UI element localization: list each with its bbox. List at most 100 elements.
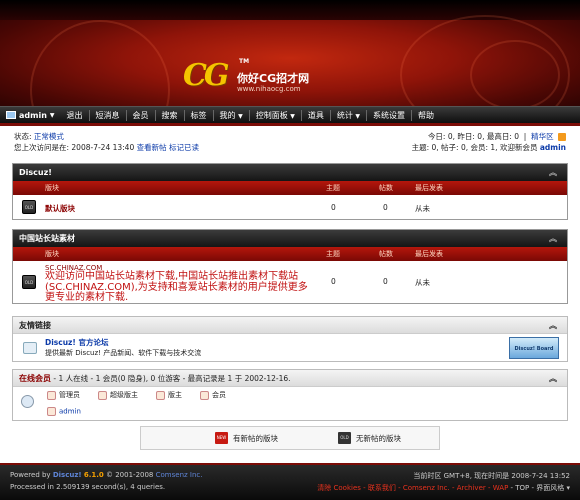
col-last-post: 最后发表: [415, 250, 443, 258]
nav-stats-label: 统计: [336, 110, 353, 120]
monitor-icon: [6, 111, 16, 119]
status-left: 状态: 正常模式 您上次访问是在: 2008-7-24 13:40 查看新帖 标…: [14, 131, 199, 153]
logo-url: www.nihaocg.com: [237, 85, 301, 93]
col-threads: 主题: [326, 250, 340, 258]
forum-posts: 0: [383, 277, 388, 286]
friend-links-box: 友情链接 ︽ Discuz! 官方论坛 提供最新 Discuz! 产品新闻、软件…: [12, 316, 568, 362]
view-new-posts-link[interactable]: 查看新帖: [137, 143, 167, 152]
nav-control-panel-label: 控制面板: [255, 110, 288, 120]
product-link[interactable]: Discuz!: [53, 471, 82, 479]
logo-trademark: TM: [239, 58, 250, 65]
role-super-mod-label: 超级版主: [110, 391, 138, 399]
nav-system-settings[interactable]: 系统设置: [367, 110, 411, 121]
role-mod-label: 版主: [168, 391, 182, 399]
banner-swirl: [30, 20, 170, 106]
role-super-mod: 超级版主: [98, 390, 138, 400]
footer-links-right[interactable]: - TOP - 界面风格 ▾: [508, 484, 570, 492]
nav-help[interactable]: 帮助: [412, 110, 440, 121]
category-header: Discuz! ︽: [13, 164, 567, 181]
footer: Powered by Discuz! 6.1.0 © 2001-2008 Com…: [0, 463, 580, 500]
online-title[interactable]: 在线会员: [19, 374, 51, 383]
chevron-down-icon: ▼: [49, 111, 55, 119]
nav-tools[interactable]: 道具: [302, 110, 330, 121]
site-logo[interactable]: CG TM 你好CG招才网 www.nihaocg.com: [183, 58, 363, 100]
collapse-icon[interactable]: ︽: [549, 370, 557, 387]
forum-category-discuz: Discuz! ︽ 版块 主题 帖数 最后发表 OLD 默认版块 0 0 从未: [12, 163, 568, 220]
nav-my[interactable]: 我的 ▼: [214, 110, 249, 121]
column-header-row: 版块 主题 帖数 最后发表: [13, 181, 567, 195]
friend-link-name[interactable]: Discuz! 官方论坛: [45, 337, 108, 348]
mode-link[interactable]: 正常模式: [34, 132, 64, 141]
user-menu[interactable]: admin ▼: [0, 111, 61, 120]
friend-link-row: Discuz! 官方论坛 提供最新 Discuz! 产品新闻、软件下载与技术交流…: [13, 334, 567, 362]
header-banner: CG TM 你好CG招才网 www.nihaocg.com: [0, 0, 580, 106]
powered-prefix: Powered by: [10, 471, 51, 479]
online-user-link[interactable]: admin: [59, 408, 81, 416]
role-legend: 管理员 超级版主 版主 会员: [47, 390, 226, 400]
legend-new: NEW 有新帖的版块: [215, 432, 278, 444]
nav-control-panel[interactable]: 控制面板 ▼: [250, 110, 301, 121]
mode-label: 状态:: [14, 132, 32, 141]
online-users-icon: [21, 395, 34, 408]
nav-logout[interactable]: 退出: [61, 110, 89, 121]
category-title[interactable]: Discuz!: [19, 168, 52, 177]
last-visit-text: 您上次访问是在: 2008-7-24 13:40: [14, 143, 135, 152]
nav-my-label: 我的: [219, 110, 236, 120]
nav-messages[interactable]: 短消息: [90, 110, 126, 121]
forum-category-chinaz: 中国站长站素材 ︽ 版块 主题 帖数 最后发表 OLD SC.CHINAZ.CO…: [12, 229, 568, 304]
collapse-icon[interactable]: ︽: [549, 230, 557, 247]
nav-stats[interactable]: 统计 ▼: [331, 110, 366, 121]
category-title[interactable]: 中国站长站素材: [19, 234, 75, 243]
link-site-icon: [23, 342, 37, 354]
new-member-link[interactable]: admin: [540, 143, 566, 152]
timezone-info: 当前时区 GMT+8, 现在时间是 2008-7-24 13:52: [413, 472, 570, 480]
legend-old: OLD 无新帖的版块: [338, 432, 401, 444]
friend-link-badge[interactable]: Discuz! Board: [509, 337, 559, 359]
col-threads: 主题: [326, 184, 340, 192]
daily-stats: 今日: 0, 昨日: 0, 最高日: 0 | 精华区: [412, 131, 566, 142]
mark-read-link[interactable]: 标记已读: [169, 143, 199, 152]
total-stats: 主题: 0, 帖子: 0, 会员: 1, 欢迎新会员 admin: [412, 142, 566, 153]
legend-old-label: 无新帖的版块: [356, 433, 401, 443]
rss-icon[interactable]: [558, 133, 566, 141]
forum-threads: 0: [331, 277, 336, 286]
legend-new-label: 有新帖的版块: [233, 433, 278, 443]
column-header-row: 版块 主题 帖数 最后发表: [13, 247, 567, 261]
collapse-icon[interactable]: ︽: [549, 317, 557, 334]
role-mod: 版主: [156, 390, 182, 400]
forum-threads: 0: [331, 203, 336, 212]
forum-row: OLD 默认版块 0 0 从未: [13, 195, 567, 219]
company-link[interactable]: Comsenz Inc.: [156, 471, 203, 479]
collapse-icon[interactable]: ︽: [549, 164, 557, 181]
powered-by: Powered by Discuz! 6.1.0 © 2001-2008 Com…: [10, 471, 202, 479]
online-members-box: 在线会员 - 1 人在线 - 1 会员(0 隐身), 0 位游客 - 最高记录是…: [12, 369, 568, 421]
user-icon: [47, 407, 56, 416]
nav-members[interactable]: 会员: [127, 110, 155, 121]
main-nav: admin ▼ 退出 短消息 会员 搜索 标签 我的 ▼ 控制面板 ▼ 道具 统…: [0, 106, 580, 126]
user-icon: [200, 390, 209, 400]
processed-info: Processed in 2.509139 second(s), 4 queri…: [10, 483, 166, 491]
nav-tags[interactable]: 标签: [185, 110, 213, 121]
footer-links-left[interactable]: 清除 Cookies - 联系我们 - Comsenz Inc. - Archi…: [317, 484, 508, 492]
category-header: 中国站长站素材 ︽: [13, 230, 567, 247]
forum-name-link[interactable]: 默认版块: [45, 203, 75, 214]
digest-link[interactable]: 精华区: [531, 132, 554, 141]
online-header: 在线会员 - 1 人在线 - 1 会员(0 隐身), 0 位游客 - 最高记录是…: [13, 370, 567, 387]
online-body: 管理员 超级版主 版主 会员 admin: [13, 387, 567, 421]
nav-search[interactable]: 搜索: [156, 110, 184, 121]
copyright: © 2001-2008: [106, 471, 154, 479]
role-admin: 管理员: [47, 390, 80, 400]
friend-links-header: 友情链接 ︽: [13, 317, 567, 334]
new-posts-icon: NEW: [215, 432, 228, 444]
no-new-posts-icon: OLD: [338, 432, 351, 444]
footer-links: 清除 Cookies - 联系我们 - Comsenz Inc. - Archi…: [317, 483, 570, 493]
online-summary: - 1 人在线 - 1 会员(0 隐身), 0 位游客 - 最高记录是 1 于 …: [51, 374, 291, 383]
product-version: 6.1.0: [83, 471, 104, 479]
forum-last-post: 从未: [415, 204, 430, 213]
col-posts: 帖数: [379, 250, 393, 258]
total-stats-text: 主题: 0, 帖子: 0, 会员: 1, 欢迎新会员: [411, 143, 538, 152]
role-member: 会员: [200, 390, 226, 400]
forum-last-post: 从未: [415, 278, 430, 287]
col-forum: 版块: [45, 250, 59, 258]
forum-description: 欢迎访问中国站长站素材下载,中国站长站推出素材下载站(SC.CHINAZ.COM…: [45, 271, 308, 303]
